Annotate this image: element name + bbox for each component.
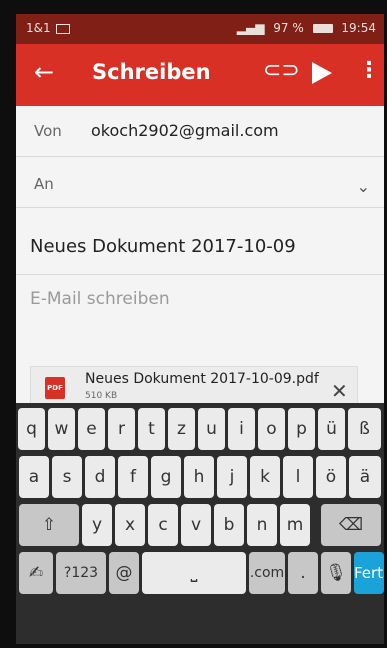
key[interactable]: g — [151, 456, 181, 498]
app-bar: ← Schreiben ⊂⊃ ⋮ — [16, 44, 384, 106]
dot-key[interactable]: . — [288, 552, 318, 594]
remove-attachment-close-icon[interactable]: ✕ — [331, 379, 348, 403]
done-button[interactable]: Fertig — [354, 552, 384, 594]
emoji-handwriting-icon[interactable]: ✍ — [19, 552, 53, 594]
attach-paperclip-icon[interactable]: ⊂⊃ — [263, 58, 300, 83]
key[interactable]: x — [115, 504, 145, 546]
key[interactable]: e — [78, 408, 105, 450]
key[interactable]: o — [258, 408, 285, 450]
chevron-down-icon[interactable]: ⌄ — [357, 177, 370, 196]
key[interactable]: ä — [349, 456, 381, 498]
keyboard: q w e r t z u i o p ü ß a s d f g h j k … — [16, 403, 384, 644]
sim-icon — [55, 23, 70, 34]
key[interactable]: ö — [316, 456, 346, 498]
key[interactable]: p — [288, 408, 315, 450]
space-bar[interactable]: ⎵ — [142, 552, 246, 594]
microphone-icon[interactable]: 🎙 — [321, 552, 351, 594]
attachment-name: Neues Dokument 2017-10-09.pdf — [85, 371, 319, 387]
from-label: Von — [34, 122, 62, 140]
status-right: ▂▄▆ 97 % 19:54 — [232, 21, 376, 35]
back-arrow-icon[interactable]: ← — [34, 58, 54, 86]
key[interactable]: r — [108, 408, 135, 450]
phone-screen: 1&1 ▂▄▆ 97 % 19:54 ← Schreiben ⊂⊃ ⋮ Von … — [16, 14, 384, 644]
to-row[interactable]: An ⌄ — [16, 157, 384, 208]
status-bar: 1&1 ▂▄▆ 97 % 19:54 — [16, 14, 384, 44]
carrier-label: 1&1 — [26, 21, 70, 35]
keyboard-row-1: q w e r t z u i o p ü ß — [16, 405, 384, 453]
status-time: 19:54 — [341, 21, 376, 35]
key[interactable]: v — [181, 504, 211, 546]
from-row[interactable]: Von okoch2902@gmail.com — [16, 106, 384, 157]
key[interactable]: t — [138, 408, 165, 450]
key[interactable]: q — [18, 408, 45, 450]
keyboard-row-4: ✍ ?123 @ ⎵ .com . 🎙 Fertig — [16, 549, 384, 597]
at-key[interactable]: @ — [109, 552, 139, 594]
pdf-file-icon: PDF — [45, 377, 65, 399]
key[interactable]: z — [168, 408, 195, 450]
compose-body-input[interactable]: E-Mail schreiben — [30, 289, 170, 309]
key[interactable]: w — [48, 408, 75, 450]
key[interactable]: y — [82, 504, 112, 546]
keyboard-row-2: a s d f g h j k l ö ä — [16, 453, 384, 501]
key[interactable]: u — [198, 408, 225, 450]
page-title: Schreiben — [92, 60, 211, 84]
subject-row — [16, 208, 384, 275]
backspace-icon[interactable]: ⌫ — [321, 504, 381, 546]
signal-icon: ▂▄▆ — [236, 21, 265, 35]
from-value: okoch2902@gmail.com — [91, 121, 279, 140]
key[interactable]: b — [214, 504, 244, 546]
shift-key-arrow-icon[interactable]: ⇧ — [19, 504, 79, 546]
key[interactable]: ü — [318, 408, 345, 450]
key[interactable]: n — [247, 504, 277, 546]
send-icon[interactable] — [312, 62, 332, 84]
battery-percent: 97 % — [273, 21, 304, 35]
key[interactable]: k — [250, 456, 280, 498]
key[interactable]: h — [184, 456, 214, 498]
key[interactable]: l — [283, 456, 313, 498]
com-key[interactable]: .com — [249, 552, 285, 594]
numbers-key[interactable]: ?123 — [56, 552, 106, 594]
key[interactable]: c — [148, 504, 178, 546]
key[interactable]: ß — [348, 408, 381, 450]
key[interactable]: m — [280, 504, 310, 546]
key[interactable]: j — [217, 456, 247, 498]
more-options-icon[interactable]: ⋮ — [358, 58, 380, 83]
key[interactable]: a — [19, 456, 49, 498]
key[interactable]: s — [52, 456, 82, 498]
to-label: An — [34, 175, 54, 193]
key[interactable]: i — [228, 408, 255, 450]
attachment-size: 510 KB — [85, 391, 118, 401]
battery-icon — [312, 24, 333, 33]
key[interactable]: f — [118, 456, 148, 498]
key[interactable]: d — [85, 456, 115, 498]
keyboard-row-3: ⇧ y x c v b n m ⌫ — [16, 501, 384, 549]
